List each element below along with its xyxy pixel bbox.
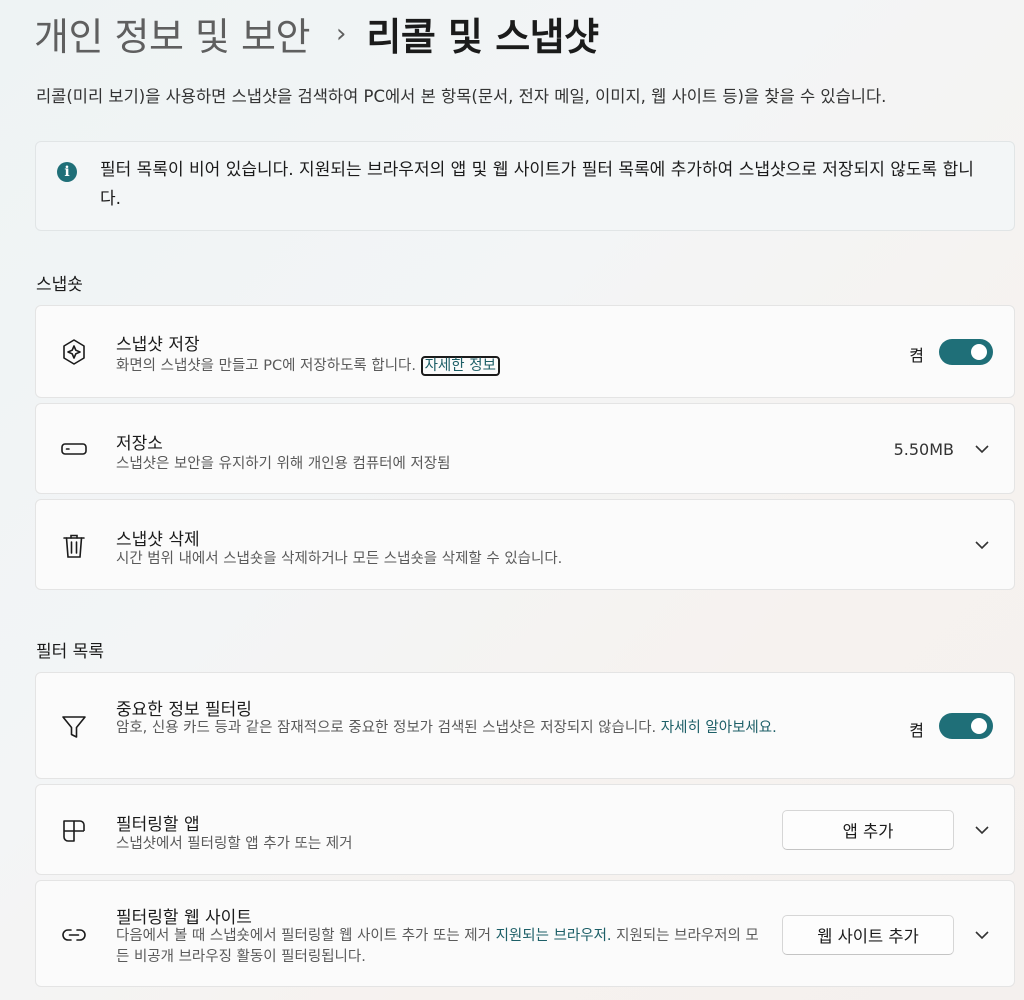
filter-websites-card[interactable]: 필터링할 웹 사이트 다음에서 볼 때 스냅숏에서 필터링할 웹 사이트 추가 … [35,880,1015,987]
snapshot-icon [60,338,88,366]
filter-websites-subtitle: 다음에서 볼 때 스냅숏에서 필터링할 웹 사이트 추가 또는 제거 지원되는 … [116,926,766,968]
delete-snapshots-chevron-down-icon[interactable] [970,533,994,557]
delete-snapshots-card[interactable]: 스냅샷 삭제 시간 범위 내에서 스냅숏을 삭제하거나 모든 스냅숏을 삭제할 … [35,499,1015,590]
filter-websites-chevron-down-icon[interactable] [970,923,994,947]
filter-apps-title: 필터링할 앱 [116,815,200,835]
sensitive-info-filter-toggle-label: 켬 [909,721,924,740]
save-snapshots-toggle-label: 켬 [909,346,924,365]
add-app-button[interactable]: 앱 추가 [782,810,954,850]
save-snapshots-subtitle-text: 화면의 스냅샷을 만들고 PC에 저장하도록 합니다. [116,358,416,374]
page-title: 리콜 및 스냅샷 [366,15,599,59]
sensitive-info-filter-card: 중요한 정보 필터링 암호, 신용 카드 등과 같은 잠재적으로 중요한 정보가… [35,672,1015,779]
storage-subtitle: 스냅샷은 보안을 유지하기 위해 개인용 컴퓨터에 저장됨 [116,456,451,472]
delete-snapshots-subtitle: 시간 범위 내에서 스냅숏을 삭제하거나 모든 스냅숏을 삭제할 수 있습니다. [116,551,563,567]
save-snapshots-subtitle: 화면의 스냅샷을 만들고 PC에 저장하도록 합니다. 자세한 정보 [116,356,500,377]
trash-icon [60,532,88,560]
storage-icon [60,435,88,463]
info-icon: i [57,162,77,182]
section-title-snapshots: 스냅숏 [36,275,83,295]
save-snapshots-card: 스냅샷 저장 화면의 스냅샷을 만들고 PC에 저장하도록 합니다. 자세한 정… [35,305,1015,398]
breadcrumb-parent-link[interactable]: 개인 정보 및 보안 [34,6,310,61]
breadcrumb: 개인 정보 및 보안 › 리콜 및 스냅샷 [34,6,599,61]
save-snapshots-title: 스냅샷 저장 [116,335,200,355]
filter-websites-subtitle-text: 다음에서 볼 때 스냅숏에서 필터링할 웹 사이트 추가 또는 제거 [116,928,491,944]
filter-apps-subtitle: 스냅샷에서 필터링할 앱 추가 또는 제거 [116,836,353,852]
save-snapshots-toggle[interactable] [939,339,993,365]
sensitive-info-filter-subtitle: 암호, 신용 카드 등과 같은 잠재적으로 중요한 정보가 검색된 스냅샷은 저… [116,718,886,739]
apps-icon [60,817,88,845]
filter-apps-chevron-down-icon[interactable] [970,818,994,842]
supported-browsers-link[interactable]: 지원되는 브라우저. [496,928,612,944]
info-bar: i 필터 목록이 비어 있습니다. 지원되는 브라우저의 앱 및 웹 사이트가 … [35,141,1015,231]
page-description: 리콜(미리 보기)을 사용하면 스냅샷을 검색하여 PC에서 본 항목(문서, … [36,87,887,106]
sensitive-info-filter-title: 중요한 정보 필터링 [116,700,252,720]
storage-title: 저장소 [116,434,163,454]
link-icon [60,921,88,949]
storage-card[interactable]: 저장소 스냅샷은 보안을 유지하기 위해 개인용 컴퓨터에 저장됨 5.50MB [35,403,1015,494]
storage-size-value: 5.50MB [893,440,954,459]
learn-more-link[interactable]: 자세한 정보 [420,356,500,376]
storage-chevron-down-icon[interactable] [970,437,994,461]
filter-apps-card[interactable]: 필터링할 앱 스냅샷에서 필터링할 앱 추가 또는 제거 앱 추가 [35,784,1015,875]
sensitive-info-filter-toggle[interactable] [939,713,993,739]
filter-websites-title: 필터링할 웹 사이트 [116,908,252,928]
filter-icon [60,713,88,741]
sensitive-info-filter-subtitle-text: 암호, 신용 카드 등과 같은 잠재적으로 중요한 정보가 검색된 스냅샷은 저… [116,720,657,736]
add-website-button[interactable]: 웹 사이트 추가 [782,915,954,955]
learn-more-link-2[interactable]: 자세히 알아보세요. [661,720,777,736]
breadcrumb-separator-icon: › [335,18,347,49]
info-bar-text: 필터 목록이 비어 있습니다. 지원되는 브라우저의 앱 및 웹 사이트가 필터… [100,160,974,209]
delete-snapshots-title: 스냅샷 삭제 [116,530,200,550]
section-title-filter-list: 필터 목록 [36,642,104,662]
